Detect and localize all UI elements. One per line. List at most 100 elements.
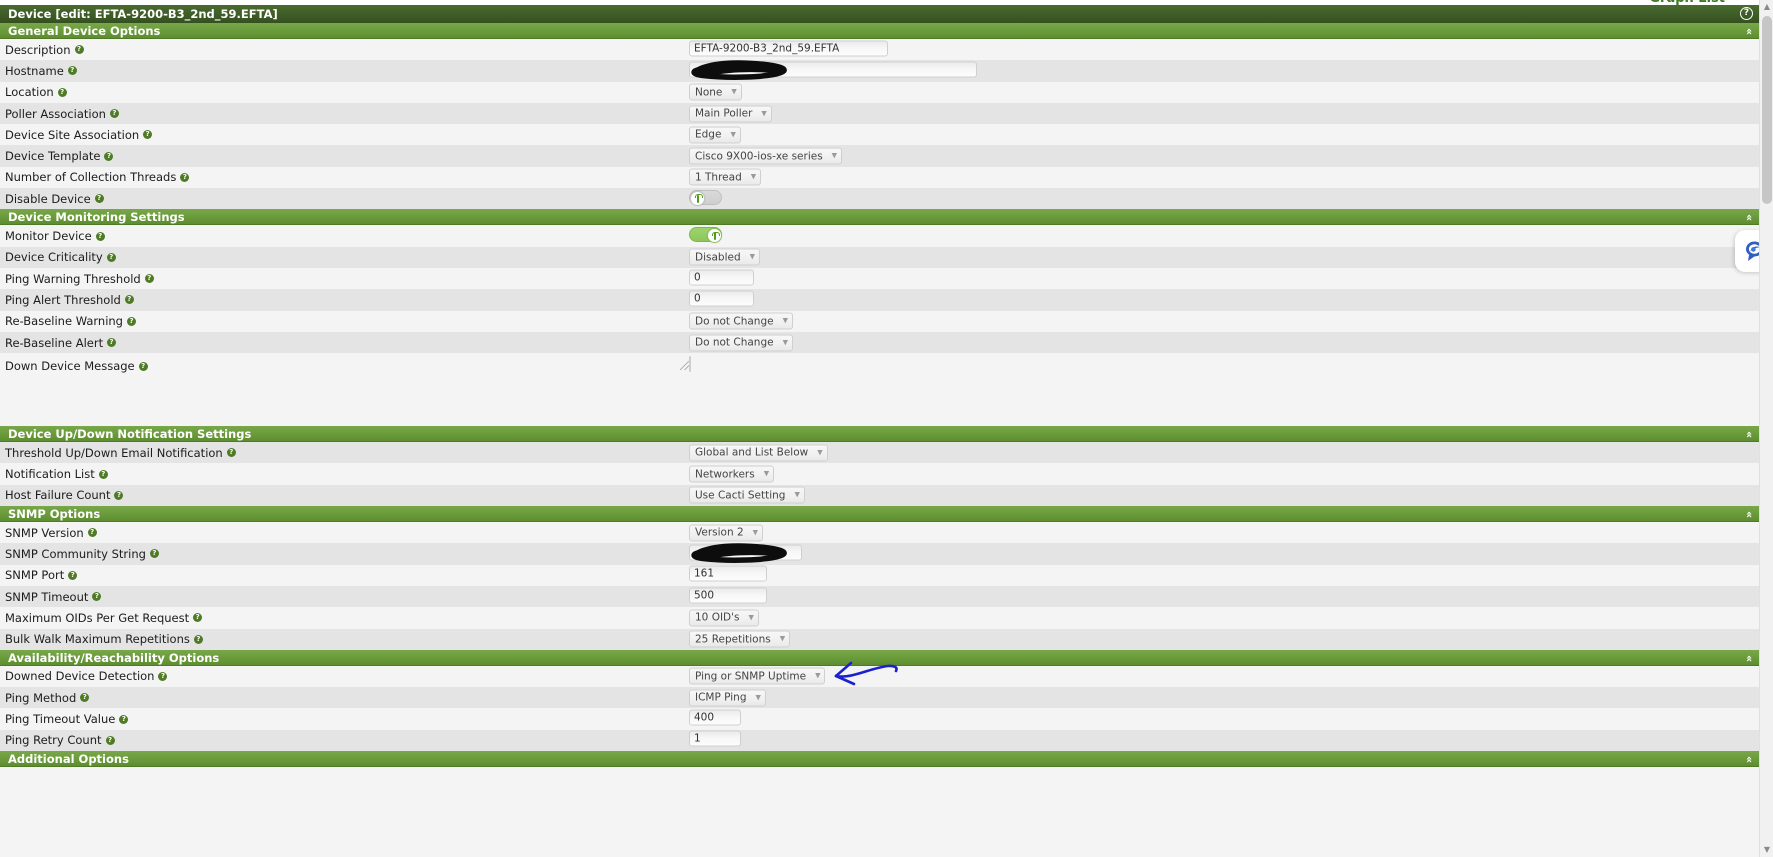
- label-device-criticality: Device Criticality?: [5, 250, 116, 264]
- help-icon[interactable]: ?: [94, 194, 104, 204]
- textarea-down-device-message[interactable]: [680, 356, 691, 373]
- select-re-baseline-alert[interactable]: Do not Change ▼: [689, 334, 793, 351]
- collapse-chevron-icon[interactable]: «: [1741, 655, 1757, 661]
- help-icon[interactable]: ?: [105, 735, 115, 745]
- section-header-availability-reachability-options[interactable]: Availability/Reachability Options «: [0, 649, 1759, 666]
- help-icon[interactable]: ?: [104, 151, 114, 161]
- chevron-down-icon: ▼: [731, 87, 737, 96]
- select-device-criticality[interactable]: Disabled ▼: [689, 248, 761, 266]
- help-icon[interactable]: ?: [57, 87, 67, 97]
- select-host-failure-count[interactable]: Use Cacti Setting ▼: [689, 486, 805, 504]
- select-location[interactable]: None ▼: [689, 83, 742, 101]
- vertical-scrollbar[interactable]: ▲ ▼: [1759, 0, 1773, 857]
- toggle-knob: [690, 190, 705, 206]
- input-snmp-port[interactable]: 161: [689, 565, 767, 582]
- help-icon[interactable]: ?: [226, 448, 236, 458]
- field-wrap-maximum-oids-per-get-request: 10 OID's ▼: [689, 609, 759, 627]
- help-icon[interactable]: ?: [193, 634, 203, 644]
- help-icon[interactable]: ?: [193, 613, 203, 623]
- select-notification-list[interactable]: Networkers ▼: [689, 465, 775, 483]
- label-text: Re-Baseline Alert: [5, 335, 104, 350]
- help-icon[interactable]: ?: [124, 295, 134, 305]
- select-value: Version 2: [695, 526, 744, 539]
- select-threshold-updown-email-notification[interactable]: Global and List Below ▼: [689, 444, 828, 462]
- help-icon[interactable]: ?: [114, 490, 124, 500]
- label-snmp-port: SNMP Port?: [5, 568, 78, 582]
- input-snmp-community-string[interactable]: [689, 544, 802, 561]
- toggle-disable-device[interactable]: [689, 189, 722, 206]
- scroll-down-arrow-icon[interactable]: ▼: [1760, 843, 1773, 857]
- section-title: Additional Options: [8, 752, 129, 767]
- help-icon[interactable]: ?: [106, 252, 116, 262]
- collapse-chevron-icon[interactable]: «: [1741, 756, 1757, 762]
- help-icon[interactable]: ?: [109, 109, 119, 119]
- help-icon[interactable]: ?: [138, 361, 148, 371]
- field-wrap-monitor-device: [689, 227, 722, 245]
- help-icon[interactable]: ?: [87, 528, 97, 538]
- select-poller-association[interactable]: Main Poller ▼: [689, 105, 772, 123]
- section-header-device-monitoring-settings[interactable]: Device Monitoring Settings «: [0, 209, 1759, 226]
- input-snmp-timeout[interactable]: 500: [689, 587, 767, 604]
- help-icon[interactable]: ?: [68, 570, 78, 580]
- input-ping-alert-threshold[interactable]: 0: [689, 290, 754, 307]
- input-ping-timeout-value[interactable]: 400: [689, 709, 741, 726]
- help-icon[interactable]: ?: [74, 45, 84, 55]
- scrollbar-thumb[interactable]: [1762, 16, 1772, 204]
- select-device-template[interactable]: Cisco 9X00-ios-xe series ▼: [689, 147, 843, 165]
- label-poller-association: Poller Association?: [5, 107, 119, 121]
- collapse-chevron-icon[interactable]: «: [1741, 511, 1757, 517]
- select-value: Global and List Below: [695, 446, 809, 459]
- help-icon[interactable]: ?: [67, 66, 77, 76]
- help-icon[interactable]: ?: [95, 231, 105, 241]
- form-row-ping-retry-count: Ping Retry Count? 1: [0, 729, 1759, 752]
- help-icon[interactable]: ?: [92, 592, 102, 602]
- field-wrap-threshold-updown-email-notification: Global and List Below ▼: [689, 444, 828, 462]
- section-header-snmp-options[interactable]: SNMP Options «: [0, 506, 1759, 523]
- select-downed-device-detection[interactable]: Ping or SNMP Uptime ▼: [689, 667, 826, 685]
- section-header-device-updown-notification-settings[interactable]: Device Up/Down Notification Settings «: [0, 426, 1759, 443]
- help-icon[interactable]: ?: [119, 714, 129, 724]
- input-hostname[interactable]: [689, 61, 977, 78]
- section-header-additional-options[interactable]: Additional Options «: [0, 751, 1759, 768]
- help-icon[interactable]: ?: [144, 274, 154, 284]
- label-ping-retry-count: Ping Retry Count?: [5, 733, 115, 747]
- help-icon[interactable]: ?: [80, 693, 90, 703]
- input-description[interactable]: EFTA-9200-B3_2nd_59.EFTA: [689, 40, 888, 57]
- select-device-site-association[interactable]: Edge ▼: [689, 126, 741, 144]
- chevron-down-icon: ▼: [752, 528, 759, 537]
- select-collection-threads[interactable]: 1 Thread ▼: [689, 168, 762, 186]
- section-header-general-device-options[interactable]: General Device Options «: [0, 23, 1759, 39]
- help-icon[interactable]: ?: [1740, 7, 1753, 20]
- chevron-down-icon: ▼: [831, 151, 838, 160]
- page-title-bar: Device [edit: EFTA-9200-B3_2nd_59.EFTA] …: [0, 5, 1759, 23]
- collapse-chevron-icon[interactable]: «: [1741, 431, 1757, 437]
- resize-grip-icon[interactable]: [680, 361, 689, 371]
- help-icon[interactable]: ?: [126, 316, 136, 326]
- help-icon[interactable]: ?: [158, 671, 168, 681]
- device-edit-page: Graph List Device [edit: EFTA-9200-B3_2n…: [0, 0, 1773, 857]
- input-ping-retry-count[interactable]: 1: [689, 730, 741, 747]
- select-maximum-oids-per-get-request[interactable]: 10 OID's ▼: [689, 609, 759, 627]
- help-icon[interactable]: ?: [180, 172, 190, 182]
- scroll-up-arrow-icon[interactable]: ▲: [1760, 0, 1773, 14]
- help-icon[interactable]: ?: [98, 469, 108, 479]
- toggle-monitor-device[interactable]: [689, 227, 722, 244]
- input-ping-warning-threshold[interactable]: 0: [689, 269, 754, 286]
- select-re-baseline-warning[interactable]: Do not Change ▼: [689, 312, 793, 330]
- field-wrap-snmp-timeout: 500: [689, 587, 767, 606]
- select-snmp-version[interactable]: Version 2 ▼: [689, 524, 764, 542]
- select-bulk-walk-maximum-repetitions[interactable]: 25 Repetitions ▼: [689, 630, 791, 648]
- field-wrap-ping-timeout-value: 400: [689, 709, 741, 729]
- field-wrap-location: None ▼: [689, 83, 742, 101]
- help-icon[interactable]: ?: [149, 549, 159, 559]
- select-ping-method[interactable]: ICMP Ping ▼: [689, 689, 766, 707]
- collapse-chevron-icon[interactable]: «: [1741, 214, 1757, 220]
- help-icon[interactable]: ?: [107, 338, 117, 347]
- collapse-chevron-icon[interactable]: «: [1741, 28, 1757, 34]
- label-hostname: Hostname?: [5, 64, 77, 78]
- form-row-description: Description? EFTA-9200-B3_2nd_59.EFTA: [0, 39, 1759, 61]
- label-text: Monitor Device: [5, 229, 92, 244]
- field-wrap-re-baseline-alert: Do not Change ▼: [689, 334, 793, 351]
- form-row-device-template: Device Template? Cisco 9X00-ios-xe series…: [0, 145, 1759, 167]
- help-icon[interactable]: ?: [143, 130, 153, 140]
